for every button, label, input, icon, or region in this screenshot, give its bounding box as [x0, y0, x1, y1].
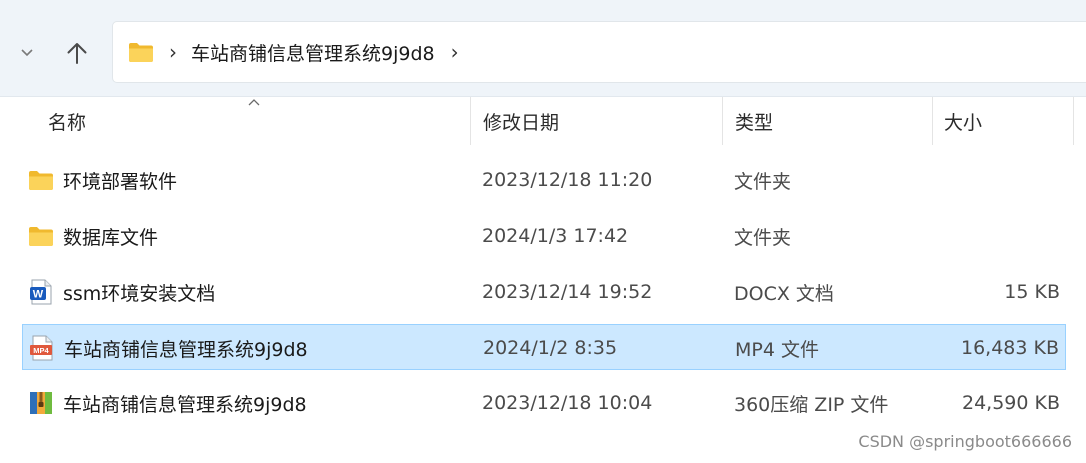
file-type: 360压缩 ZIP 文件: [734, 393, 889, 416]
column-divider[interactable]: [932, 97, 933, 145]
file-size: 24,590 KB: [961, 392, 1060, 414]
breadcrumb-chevron-icon[interactable]: ›: [451, 42, 459, 62]
word-document-icon: W: [28, 279, 54, 305]
column-header-size[interactable]: 大小: [944, 97, 982, 145]
file-date-modified: 2024/1/2 8:35: [483, 337, 618, 359]
folder-icon: [28, 167, 54, 193]
file-row[interactable]: 车站商铺信息管理系统9j9d8 2023/12/18 10:04 360压缩 Z…: [22, 380, 1066, 426]
up-button[interactable]: [60, 36, 94, 70]
file-row[interactable]: W ssm环境安装文档 2023/12/14 19:52 DOCX 文档 15 …: [22, 269, 1066, 315]
file-size: 15 KB: [1004, 281, 1060, 303]
sort-ascending-icon: [248, 99, 260, 106]
file-name: 环境部署软件: [63, 170, 178, 193]
file-name: ssm环境安装文档: [63, 282, 216, 305]
column-divider[interactable]: [722, 97, 723, 145]
mp4-video-icon: MP4: [29, 335, 55, 361]
folder-icon: [28, 223, 54, 249]
chevron-down-icon: [21, 49, 33, 57]
column-header-date-modified[interactable]: 修改日期: [483, 97, 559, 145]
column-header-type[interactable]: 类型: [735, 97, 773, 145]
file-type: 文件夹: [734, 170, 792, 193]
recent-locations-button[interactable]: [14, 38, 40, 68]
file-date-modified: 2024/1/3 17:42: [482, 225, 629, 247]
file-date-modified: 2023/12/18 10:04: [482, 392, 653, 414]
file-type: MP4 文件: [735, 338, 819, 361]
file-date-modified: 2023/12/14 19:52: [482, 281, 653, 303]
column-header: 名称 修改日期 类型 大小: [0, 97, 1086, 145]
file-name: 车站商铺信息管理系统9j9d8: [63, 393, 307, 416]
file-type: 文件夹: [734, 226, 792, 249]
column-divider[interactable]: [1073, 97, 1074, 145]
file-row-selected[interactable]: MP4 车站商铺信息管理系统9j9d8 2024/1/2 8:35 MP4 文件…: [22, 324, 1066, 370]
file-row[interactable]: 环境部署软件 2023/12/18 11:20 文件夹: [22, 157, 1066, 203]
arrow-up-icon: [67, 43, 87, 64]
mp4-icon-label: MP4: [33, 346, 49, 355]
zip-archive-icon: [28, 390, 54, 416]
column-header-name[interactable]: 名称: [48, 97, 86, 145]
folder-icon: [128, 41, 154, 63]
file-type: DOCX 文档: [734, 282, 834, 305]
address-toolbar: › 车站商铺信息管理系统9j9d8 ›: [0, 0, 1086, 97]
watermark: CSDN @springboot666666: [858, 432, 1072, 451]
file-row[interactable]: 数据库文件 2024/1/3 17:42 文件夹: [22, 213, 1066, 259]
file-name: 数据库文件: [63, 226, 159, 249]
file-size: 16,483 KB: [960, 337, 1059, 359]
column-divider[interactable]: [470, 97, 471, 145]
address-bar[interactable]: › 车站商铺信息管理系统9j9d8 ›: [112, 21, 1086, 83]
file-date-modified: 2023/12/18 11:20: [482, 169, 653, 191]
file-name: 车站商铺信息管理系统9j9d8: [64, 338, 308, 361]
breadcrumb-chevron-icon[interactable]: ›: [169, 42, 177, 62]
word-icon-letter: W: [33, 289, 44, 301]
breadcrumb-current-folder[interactable]: 车站商铺信息管理系统9j9d8: [191, 39, 435, 66]
